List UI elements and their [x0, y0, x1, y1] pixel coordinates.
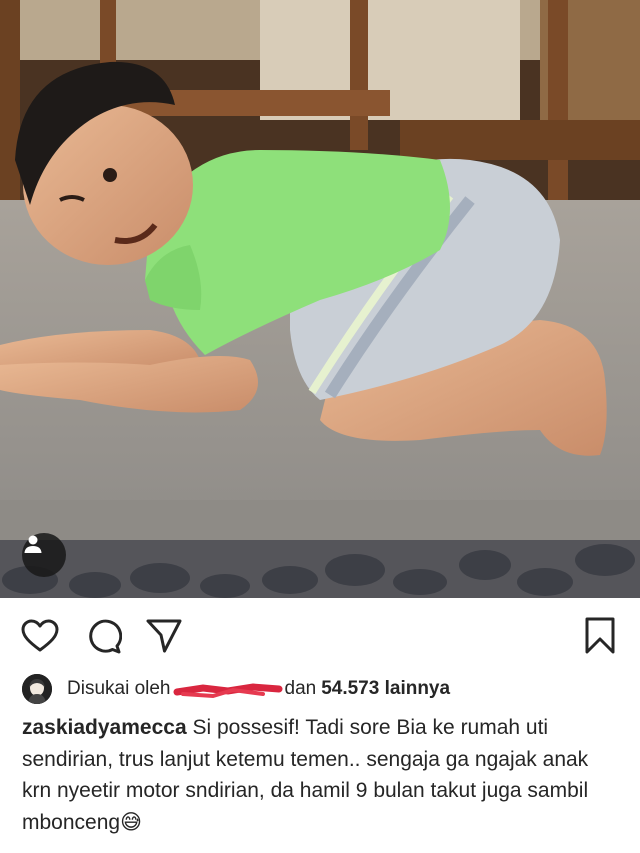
caption-username[interactable]: zaskiadyamecca — [22, 716, 187, 739]
likes-summary[interactable]: Disukai oleh dan 54.573 lainnya — [22, 672, 622, 706]
post-action-bar — [0, 598, 640, 672]
avatar-image — [22, 674, 52, 704]
post-photo[interactable] — [0, 0, 640, 598]
likes-connector: dan — [284, 678, 317, 699]
likes-count[interactable]: 54.573 lainnya — [321, 678, 450, 700]
photo-illustration — [0, 0, 640, 598]
heart-icon — [21, 619, 59, 652]
redacted-username — [173, 678, 283, 700]
share-button[interactable] — [144, 616, 184, 656]
caption-emoji: 😅 — [120, 810, 142, 834]
liker-avatar[interactable] — [22, 674, 52, 704]
like-button[interactable] — [20, 616, 60, 656]
comment-icon — [89, 619, 122, 654]
tagged-users-button[interactable] — [22, 533, 66, 577]
save-button[interactable] — [580, 616, 620, 656]
send-icon — [146, 619, 182, 653]
post-caption: zaskiadyamecca Si possesif! Tadi sore Bi… — [22, 712, 622, 838]
comment-button[interactable] — [84, 616, 124, 656]
bookmark-icon — [585, 617, 615, 654]
likes-prefix: Disukai oleh — [67, 678, 171, 699]
user-icon — [24, 535, 42, 553]
